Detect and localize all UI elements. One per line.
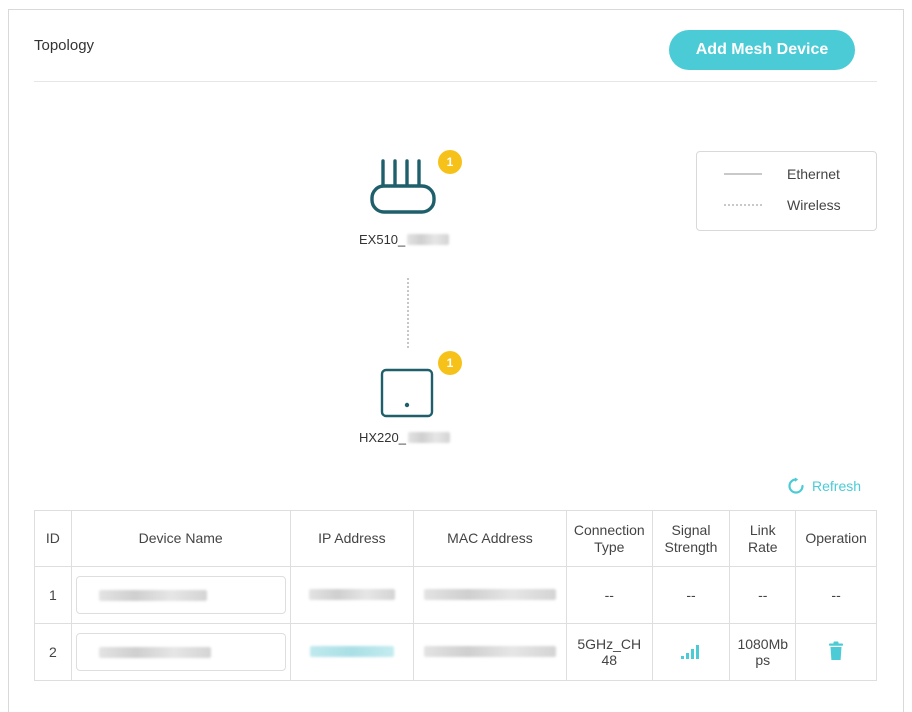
redacted-ip [308,589,395,600]
cell-operation [795,623,877,681]
header-line: Strength [664,538,718,555]
satellite-label: HX220_ [359,430,450,445]
delete-device-button[interactable] [828,641,844,664]
cell-signal [651,623,731,681]
cell-id: 1 [34,566,72,624]
satellite-device-icon [380,368,434,418]
redacted-mac [423,589,556,600]
satellite-notification-badge: 1 [438,351,462,375]
redacted-suffix [407,234,450,245]
router-notification-badge: 1 [438,150,462,174]
col-header-ip: IP Address [289,510,415,567]
cell-ip [289,566,415,624]
wireless-link-line [407,278,409,348]
table-header-row: ID Device Name IP Address MAC Address Co… [34,510,877,567]
device-name-field[interactable] [75,576,286,614]
mesh-device-table: ID Device Name IP Address MAC Address Co… [34,510,877,681]
cell-id: 2 [34,623,72,681]
col-header-signal-strength: Signal Strength [651,510,731,567]
topology-legend: Ethernet Wireless [696,151,877,231]
page-title: Topology [34,37,95,54]
legend-ethernet: Ethernet [697,164,876,184]
refresh-label: Refresh [812,478,862,494]
header-line: Signal [671,521,711,538]
header-line: Type [594,538,625,555]
col-header-device-name: Device Name [70,510,291,567]
device-name-field[interactable] [75,633,286,671]
cell-device-name [70,623,291,681]
refresh-icon [788,477,804,494]
col-header-link-rate: Link Rate [729,510,797,567]
trash-icon [829,641,844,660]
redacted-device-name [98,589,207,601]
cell-signal: -- [651,566,731,624]
col-header-connection-type: Connection Type [565,510,653,567]
wireless-line-sample [724,204,762,206]
table-row: 2 5GHz_CH 48 1080Mb ps [34,623,877,681]
signal-bars-icon [680,645,699,659]
router-icon [370,159,436,214]
add-mesh-device-button[interactable]: Add Mesh Device [669,30,855,70]
cell-ip [289,623,415,681]
cell-link-rate: -- [729,566,797,624]
link-rate-line: ps [755,652,771,668]
refresh-button[interactable]: Refresh [787,477,861,495]
table-row: 1 -- -- -- -- [34,566,877,624]
header-divider [34,81,877,82]
ethernet-line-sample [724,173,762,175]
cell-connection-type: 5GHz_CH 48 [565,623,653,681]
link-rate-line: 1080Mb [737,636,789,652]
main-router-label: EX510_ [359,232,450,247]
redacted-device-name [98,646,211,658]
legend-wireless: Wireless [697,195,876,215]
col-header-id: ID [34,510,72,567]
cell-link-rate: 1080Mb ps [729,623,797,681]
satellite-node[interactable] [379,367,435,424]
redacted-mac [423,646,556,657]
legend-wireless-label: Wireless [787,197,841,213]
header-line: Rate [747,538,778,555]
main-router-node[interactable] [369,155,439,230]
cell-device-name [70,566,291,624]
redacted-suffix [407,432,450,443]
connection-line: 48 [601,652,618,668]
legend-ethernet-label: Ethernet [787,166,840,182]
topology-panel: Topology Add Mesh Device 1 EX510_ 1 HX22… [8,9,904,712]
main-router-name: EX510_ [359,232,406,247]
cell-operation: -- [795,566,877,624]
header-line: Link [749,521,776,538]
header-line: Connection [573,521,645,538]
col-header-mac: MAC Address [413,510,567,567]
redacted-ip-link[interactable] [309,646,394,657]
satellite-name: HX220_ [359,430,406,445]
cell-mac [413,566,567,624]
col-header-operation: Operation [795,510,877,567]
cell-mac [413,623,567,681]
cell-connection-type: -- [565,566,653,624]
connection-line: 5GHz_CH [577,636,642,652]
